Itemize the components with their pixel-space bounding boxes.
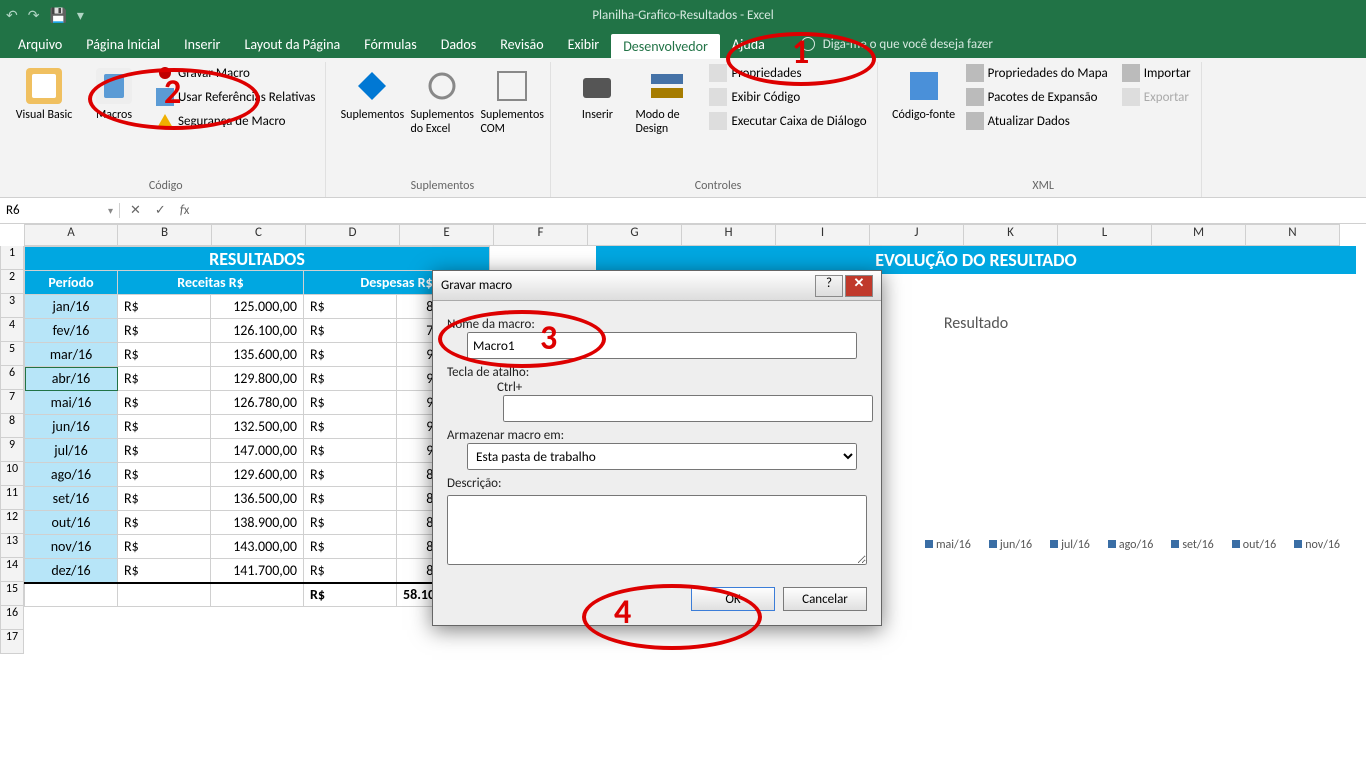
addins-icon — [354, 68, 390, 104]
record-macro-dialog: Gravar macro ? ✕ Nome da macro: Tecla de… — [432, 270, 882, 626]
refresh-data-button[interactable]: Atualizar Dados — [962, 110, 1112, 132]
macros-button[interactable]: Macros — [82, 62, 146, 122]
description-label: Descrição: — [447, 476, 867, 491]
record-icon — [156, 64, 174, 82]
properties-icon — [709, 64, 727, 82]
dialog-close-button[interactable]: ✕ — [845, 275, 873, 297]
macro-name-input[interactable] — [467, 332, 857, 359]
tab-arquivo[interactable]: Arquivo — [6, 32, 74, 57]
tab-revisao[interactable]: Revisão — [488, 32, 555, 57]
ok-button[interactable]: OK — [691, 587, 775, 611]
excel-addins-button[interactable]: Suplementos do Excel — [410, 62, 474, 136]
addins-button[interactable]: Suplementos — [340, 62, 404, 122]
tab-pagina-inicial[interactable]: Página Inicial — [74, 32, 172, 57]
grid-icon — [156, 88, 174, 106]
record-macro-button[interactable]: Gravar Macro — [152, 62, 319, 84]
refresh-icon — [966, 112, 984, 130]
expansion-packs-button[interactable]: Pacotes de Expansão — [962, 86, 1112, 108]
enter-icon[interactable]: ✓ — [155, 203, 166, 218]
results-table: RESULTADOS Período Receitas R$ Despesas … — [24, 246, 490, 607]
formula-bar: R6▾ ✕ ✓ fx — [0, 198, 1366, 224]
tab-ajuda[interactable]: Ajuda — [720, 32, 777, 57]
tab-exibir[interactable]: Exibir — [556, 32, 612, 57]
dialog-title: Gravar macro — [441, 278, 512, 293]
tab-layout[interactable]: Layout da Página — [232, 32, 352, 57]
table-title: RESULTADOS — [25, 247, 490, 271]
shortcut-label: Tecla de atalho: — [447, 365, 867, 380]
tell-me[interactable]: Diga-me o que você deseja fazer — [801, 37, 993, 52]
tab-formulas[interactable]: Fórmulas — [352, 32, 428, 57]
ribbon-tabs: Arquivo Página Inicial Inserir Layout da… — [0, 30, 1366, 58]
app-title: Planilha-Grafico-Resultados - Excel — [592, 8, 773, 23]
cancel-icon[interactable]: ✕ — [130, 203, 141, 218]
column-headers[interactable]: ABCDEFGHIJKLMN — [24, 224, 1366, 246]
group-controles: Inserir Modo de Design Propriedades Exib… — [559, 62, 877, 197]
group-suplementos: Suplementos Suplementos do Excel Supleme… — [334, 62, 551, 197]
formula-buttons: ✕ ✓ fx — [120, 203, 199, 218]
tab-desenvolvedor[interactable]: Desenvolvedor — [611, 34, 720, 59]
map-icon — [966, 64, 984, 82]
name-box[interactable]: R6▾ — [0, 203, 120, 218]
gear-icon — [424, 68, 460, 104]
warning-icon — [156, 112, 174, 130]
com-addins-button[interactable]: Suplementos COM — [480, 62, 544, 136]
qat-more-icon[interactable]: ▾ — [77, 7, 84, 24]
description-input[interactable] — [447, 495, 867, 565]
dialog-icon — [709, 112, 727, 130]
ruler-icon — [649, 68, 685, 104]
dialog-titlebar[interactable]: Gravar macro ? ✕ — [433, 271, 881, 301]
export-button[interactable]: Exportar — [1118, 86, 1195, 108]
view-code-button[interactable]: Exibir Código — [705, 86, 870, 108]
com-icon — [494, 68, 530, 104]
group-xml: Código-fonte Propriedades do Mapa Pacote… — [886, 62, 1202, 197]
tab-inserir[interactable]: Inserir — [172, 32, 232, 57]
cancel-button[interactable]: Cancelar — [783, 587, 867, 611]
redo-icon[interactable]: ↷ — [28, 7, 40, 24]
map-properties-button[interactable]: Propriedades do Mapa — [962, 62, 1112, 84]
source-icon — [906, 68, 942, 104]
bulb-icon — [801, 37, 815, 51]
design-mode-button[interactable]: Modo de Design — [635, 62, 699, 136]
store-label: Armazenar macro em: — [447, 428, 867, 443]
quick-access-toolbar: ↶ ↷ 💾 ▾ — [6, 7, 84, 24]
toolbox-icon — [579, 68, 615, 104]
relative-refs-button[interactable]: Usar Referências Relativas — [152, 86, 319, 108]
code-icon — [709, 88, 727, 106]
store-select[interactable]: Esta pasta de trabalho — [467, 443, 857, 470]
save-icon[interactable]: 💾 — [49, 7, 66, 24]
fx-icon[interactable]: fx — [180, 203, 190, 218]
import-button[interactable]: Importar — [1118, 62, 1195, 84]
macro-name-label: Nome da macro: — [447, 317, 867, 332]
undo-icon[interactable]: ↶ — [6, 7, 18, 24]
dialog-help-button[interactable]: ? — [815, 275, 843, 297]
title-bar: ↶ ↷ 💾 ▾ Planilha-Grafico-Resultados - Ex… — [0, 0, 1366, 30]
group-codigo: Visual Basic Macros Gravar Macro Usar Re… — [6, 62, 326, 197]
visual-basic-icon — [26, 68, 62, 104]
export-icon — [1122, 88, 1140, 106]
macro-security-button[interactable]: Segurança de Macro — [152, 110, 319, 132]
shortcut-input[interactable] — [503, 395, 873, 422]
properties-button[interactable]: Propriedades — [705, 62, 870, 84]
visual-basic-button[interactable]: Visual Basic — [12, 62, 76, 122]
tab-dados[interactable]: Dados — [429, 32, 489, 57]
row-headers[interactable]: 1234567891011121314151617 — [0, 246, 24, 654]
package-icon — [966, 88, 984, 106]
run-dialog-button[interactable]: Executar Caixa de Diálogo — [705, 110, 870, 132]
source-button[interactable]: Código-fonte — [892, 62, 956, 122]
ribbon: Visual Basic Macros Gravar Macro Usar Re… — [0, 58, 1366, 198]
chevron-down-icon[interactable]: ▾ — [108, 204, 113, 217]
import-icon — [1122, 64, 1140, 82]
insert-control-button[interactable]: Inserir — [565, 62, 629, 122]
macros-icon — [96, 68, 132, 104]
